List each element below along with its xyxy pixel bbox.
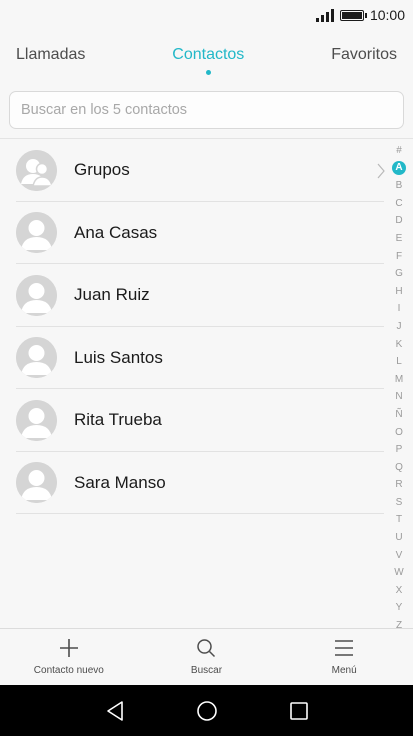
index-letter[interactable]: Ñ bbox=[390, 406, 408, 424]
menu-button[interactable]: Menú bbox=[284, 629, 404, 676]
home-button[interactable] bbox=[161, 685, 253, 736]
index-letter[interactable]: F bbox=[390, 248, 408, 266]
index-letter[interactable]: Y bbox=[390, 599, 408, 617]
index-letter[interactable]: V bbox=[390, 547, 408, 565]
index-letter[interactable]: W bbox=[390, 564, 408, 582]
action-label: Contacto nuevo bbox=[33, 665, 104, 676]
index-letter[interactable]: E bbox=[390, 230, 408, 248]
search-input[interactable]: Buscar en los 5 contactos bbox=[9, 91, 404, 129]
search-button[interactable]: Buscar bbox=[146, 629, 266, 676]
plus-icon bbox=[59, 639, 78, 657]
contact-name: Luis Santos bbox=[74, 347, 163, 367]
index-letter[interactable]: Q bbox=[390, 459, 408, 477]
index-letter[interactable]: A bbox=[392, 161, 406, 176]
index-letter[interactable]: S bbox=[390, 494, 408, 512]
recents-button[interactable] bbox=[253, 685, 345, 736]
contact-list: Grupos Ana Casas Juan Ruiz Luis Santos R… bbox=[0, 139, 385, 514]
tab-contactos[interactable]: Contactos bbox=[172, 30, 245, 75]
active-tab-indicator bbox=[205, 70, 211, 75]
signal-icon bbox=[315, 8, 334, 22]
action-label: Buscar bbox=[190, 665, 223, 676]
status-time: 10:00 bbox=[369, 7, 405, 23]
index-letter[interactable]: C bbox=[390, 195, 408, 213]
battery-icon bbox=[339, 9, 367, 21]
index-letter[interactable]: B bbox=[390, 177, 408, 195]
index-letter[interactable]: G bbox=[390, 265, 408, 283]
index-letter[interactable]: L bbox=[390, 353, 408, 371]
index-letter[interactable]: D bbox=[390, 212, 408, 230]
tab-label: Favoritos bbox=[331, 46, 397, 63]
system-nav-bar bbox=[0, 685, 413, 736]
search-placeholder: Buscar en los 5 contactos bbox=[21, 102, 188, 118]
tab-label: Llamadas bbox=[16, 46, 86, 63]
tab-llamadas[interactable]: Llamadas bbox=[16, 30, 85, 64]
tab-label: Contactos bbox=[172, 46, 245, 63]
index-letter[interactable]: N bbox=[390, 388, 408, 406]
tab-bar: Llamadas Contactos Favoritos bbox=[0, 30, 413, 82]
person-avatar-icon bbox=[16, 274, 57, 316]
contact-name: Grupos bbox=[74, 160, 130, 180]
index-letter[interactable]: O bbox=[390, 424, 408, 442]
recents-square-icon bbox=[289, 701, 308, 720]
index-letter[interactable]: R bbox=[390, 476, 408, 494]
list-item-contact[interactable]: Ana Casas bbox=[0, 202, 384, 264]
back-button[interactable] bbox=[69, 685, 161, 736]
chevron-right-icon bbox=[377, 163, 385, 179]
contact-name: Sara Manso bbox=[74, 472, 166, 492]
contact-name: Juan Ruiz bbox=[74, 285, 150, 305]
index-letter[interactable]: # bbox=[390, 142, 408, 160]
index-letter[interactable]: I bbox=[390, 300, 408, 318]
list-item-contact[interactable]: Rita Trueba bbox=[0, 389, 384, 452]
menu-icon bbox=[335, 640, 354, 656]
status-bar: 10:00 bbox=[0, 0, 413, 30]
contact-name: Rita Trueba bbox=[74, 410, 162, 430]
index-letter[interactable]: X bbox=[390, 582, 408, 600]
action-label: Menú bbox=[331, 665, 357, 676]
person-avatar-icon bbox=[16, 462, 57, 504]
index-letter[interactable]: U bbox=[390, 529, 408, 547]
index-letter[interactable]: T bbox=[390, 511, 408, 529]
back-triangle-icon bbox=[106, 700, 123, 721]
index-letter[interactable]: M bbox=[390, 371, 408, 389]
group-avatar-icon bbox=[16, 149, 57, 191]
index-letter[interactable]: H bbox=[390, 283, 408, 301]
list-item-contact[interactable]: Luis Santos bbox=[0, 327, 384, 389]
index-letter[interactable]: K bbox=[390, 336, 408, 354]
new-contact-button[interactable]: Contacto nuevo bbox=[9, 629, 129, 676]
list-item-contact[interactable]: Juan Ruiz bbox=[0, 264, 384, 327]
contact-name: Ana Casas bbox=[74, 222, 158, 242]
person-avatar-icon bbox=[16, 399, 57, 441]
index-letter[interactable]: J bbox=[390, 318, 408, 336]
divider bbox=[16, 513, 384, 514]
search-icon bbox=[197, 639, 216, 658]
list-item-contact[interactable]: Sara Manso bbox=[0, 452, 384, 514]
home-circle-icon bbox=[196, 700, 217, 721]
alphabet-index[interactable]: # A B C D E F G H I J K L M N Ñ O P Q R S T U V W X Y Z bbox=[390, 142, 408, 635]
index-letter[interactable]: P bbox=[390, 441, 408, 459]
bottom-action-bar: Contacto nuevo Buscar Menú bbox=[0, 628, 413, 686]
list-item-groups[interactable]: Grupos bbox=[0, 139, 385, 202]
person-avatar-icon bbox=[16, 212, 57, 254]
person-avatar-icon bbox=[16, 337, 57, 379]
tab-favoritos[interactable]: Favoritos bbox=[331, 30, 397, 64]
